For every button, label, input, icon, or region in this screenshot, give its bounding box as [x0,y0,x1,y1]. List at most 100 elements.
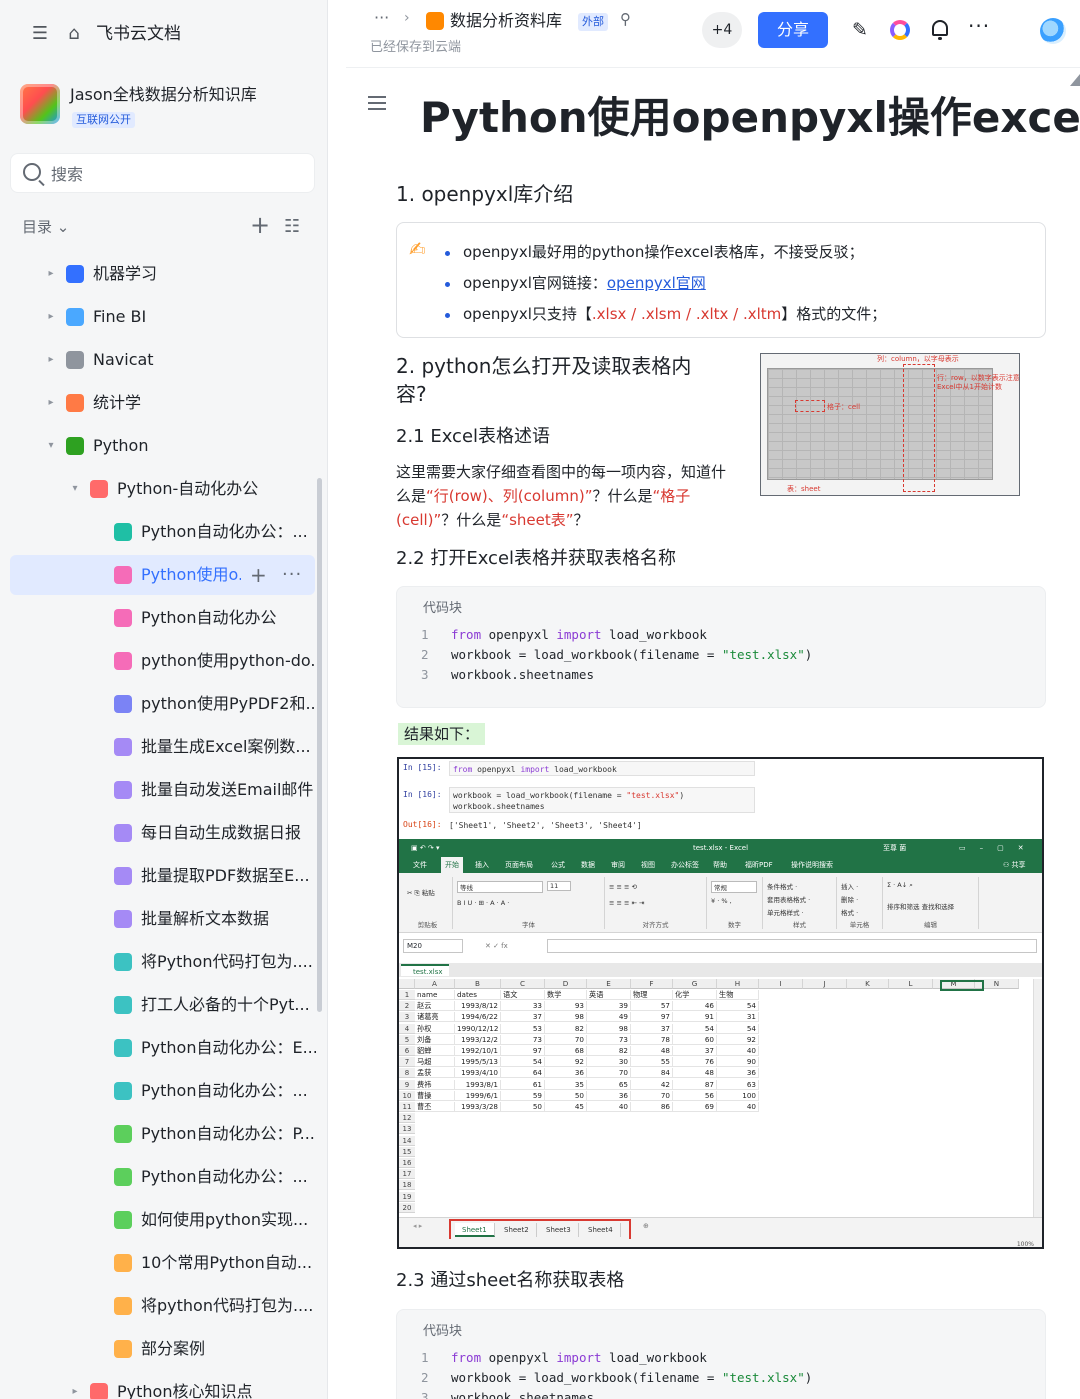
share-button[interactable]: 分享 [758,12,828,48]
style-command[interactable]: 套用表格格式 · [767,894,810,904]
expand-arrow-icon[interactable]: ▸ [68,1372,82,1399]
align-icons[interactable]: ≡ ≡ ≡ ⟲ [609,883,637,891]
home-icon[interactable]: ⌂ [62,22,86,46]
sidebar-item[interactable]: 批量提取PDF数据至E... [0,856,316,896]
search-input[interactable] [51,162,301,186]
sidebar-item[interactable]: 部分案例 [0,1329,316,1369]
bell-icon[interactable] [932,20,948,40]
cell-command[interactable]: 删除 · [841,894,858,904]
excel-ribbon-tab[interactable]: 插入 [471,857,493,873]
excel-ribbon-tab[interactable]: 开始 [441,857,463,873]
sidebar-item[interactable]: ▸ Navicat [0,340,316,380]
excel-grid[interactable]: A B C D E F G H I J K L M N 1 2 3 4 5 6 7 8 9 10 11 12 13 14 15 16 17 1… [399,979,1042,1217]
expand-arrow-icon[interactable]: ▸ [44,254,58,294]
excel-formula-input[interactable] [547,939,1037,953]
sidebar-item[interactable]: Python自动化办公 [0,598,316,638]
cell-command[interactable]: 格式 · [841,907,858,917]
number-format-select[interactable]: 常规 [711,881,757,893]
openpyxl-site-link[interactable]: openpyxl官网 [607,274,706,292]
excel-ribbon-tab[interactable]: 操作说明搜索 [787,857,837,873]
expand-arrow-icon[interactable]: ▸ [44,297,58,337]
expand-arrow-icon[interactable]: ▸ [44,383,58,423]
sheet-nav-icon[interactable]: ◂ ▸ [413,1222,422,1230]
sidebar-item[interactable]: python使用PyPDF2和... [0,684,316,724]
code-block-2[interactable]: 代码块 1 from openpyxl import load_workbook … [396,1309,1046,1399]
excel-sheet-tab[interactable]: Sheet3 [539,1223,579,1237]
sidebar-item[interactable]: Python自动化办公：... [0,512,316,552]
number-format-icons[interactable]: ¥ · % , [711,897,732,905]
code-block-1[interactable]: 代码块 1 from openpyxl import load_workbook … [396,586,1046,708]
sidebar-item[interactable]: 将Python代码打包为.... [0,942,316,982]
sidebar-item[interactable]: python使用python-do... [0,641,316,681]
sidebar-item[interactable]: ▸ Python核心知识点 [0,1372,316,1399]
excel-ribbon-tab[interactable]: 视图 [637,857,659,873]
excel-ribbon-tab[interactable]: 公式 [547,857,569,873]
excel-ribbon-tab[interactable]: 帮助 [709,857,731,873]
sidebar-item[interactable]: ▸ 统计学 [0,383,316,423]
excel-sheet-tab[interactable]: Sheet4 [581,1223,621,1237]
excel-ribbon-tab[interactable]: 数据 [577,857,599,873]
user-avatar[interactable] [1040,18,1066,44]
excel-sheet-tab[interactable]: Sheet2 [497,1223,537,1237]
font-size-select[interactable]: 11 [547,881,571,891]
sidebar-item[interactable]: 打工人必备的十个Pyt... [0,985,316,1025]
add-child-icon[interactable]: + [250,555,267,595]
pin-icon[interactable]: ⚲ [620,10,631,28]
excel-vertical-scrollbar[interactable] [1033,979,1042,1217]
sidebar-item[interactable]: Python自动化办公：... [0,1157,316,1197]
excel-file-tab[interactable]: test.xlsx [401,964,449,976]
excel-terms-image[interactable]: 列：column，以字母表示 行：row，以数字表示注意Excel中从1开始计数… [760,353,1020,496]
collapse-sidebar-icon[interactable]: ☰ [28,22,52,46]
excel-name-box[interactable]: M20 [403,939,463,953]
excel-sheet-tab[interactable]: Sheet1 [455,1223,495,1237]
sidebar-item[interactable]: 批量自动发送Email邮件 [0,770,316,810]
sidebar-scrollbar[interactable] [317,478,322,1012]
expand-arrow-icon[interactable]: ▾ [44,426,58,466]
edit-icon[interactable]: ✎ [848,18,872,42]
sidebar-item[interactable]: 10个常用Python自动... [0,1243,316,1283]
more-options-icon[interactable]: ··· [968,14,990,38]
excel-ribbon-tab[interactable]: 福昕PDF [741,857,777,873]
brand-name[interactable]: 飞书云文档 [96,22,181,46]
knowledge-base-header[interactable]: Jason全栈数据分析知识库 互联网公开 [20,84,320,134]
align-icons[interactable]: ≡ ≡ ≡ ⇤ ⇥ [609,899,645,907]
style-command[interactable]: 单元格样式 · [767,907,804,917]
sidebar-item[interactable]: 批量生成Excel案例数... [0,727,316,767]
excel-ribbon-tab[interactable]: 办公标签 [667,857,703,873]
excel-ribbon-tab[interactable]: 审阅 [607,857,629,873]
expand-arrow-icon[interactable]: ▾ [68,469,82,509]
excel-ribbon-tab[interactable]: 文件 [409,857,431,873]
cell-command[interactable]: 插入 · [841,881,858,891]
item-more-icon[interactable]: ··· [282,555,302,595]
font-name-select[interactable]: 等线 [457,881,543,893]
zoom-level[interactable]: 100% [1017,1241,1034,1247]
ai-assistant-icon[interactable] [890,20,910,40]
sidebar-item[interactable]: 如何使用python实现... [0,1200,316,1240]
add-icon[interactable]: + [250,212,270,238]
sidebar-item[interactable]: 批量解析文本数据 [0,899,316,939]
sidebar-item[interactable]: ▾ Python [0,426,316,466]
toc-label[interactable]: 目录 ⌄ [22,218,69,236]
paste-icon[interactable]: ✂ ⎘ 粘贴 [407,887,435,898]
sidebar-item[interactable]: Python使用o... + ··· [10,555,315,595]
collaborators-count[interactable]: +4 [702,12,742,48]
excel-save-icon[interactable]: ▣ ↶ ↷ ▾ [411,839,440,857]
breadcrumb-title[interactable]: 数据分析资料库 [450,9,562,33]
font-format-icons[interactable]: B I U · ⊞ · A · A · [457,899,509,907]
style-command[interactable]: 条件格式 · [767,881,797,891]
list-view-icon[interactable]: ☷ [284,216,300,238]
sidebar-item[interactable]: ▸ 机器学习 [0,254,316,294]
edit-command[interactable]: 排序和筛选 查找和选择 [887,901,954,911]
breadcrumb-more-icon[interactable]: ··· [374,8,389,27]
result-screenshot[interactable]: In [15]: from openpyxl import load_workb… [397,757,1044,1249]
sidebar-item[interactable]: ▸ Fine BI [0,297,316,337]
excel-ribbon-tab[interactable]: 页面布局 [501,857,537,873]
edit-icons[interactable]: Σ · A↓ ⌕ [887,881,913,890]
window-controls-icon[interactable]: ▭–▢✕ [959,839,1038,857]
add-sheet-icon[interactable]: ⊕ [643,1222,649,1230]
sidebar-item[interactable]: ▾ Python-自动化办公 [0,469,316,509]
sidebar-item[interactable]: Python自动化办公：E... [0,1028,316,1068]
sidebar-item[interactable]: 每日自动生成数据日报 [0,813,316,853]
expand-arrow-icon[interactable]: ▸ [44,340,58,380]
outline-icon[interactable] [368,96,386,110]
